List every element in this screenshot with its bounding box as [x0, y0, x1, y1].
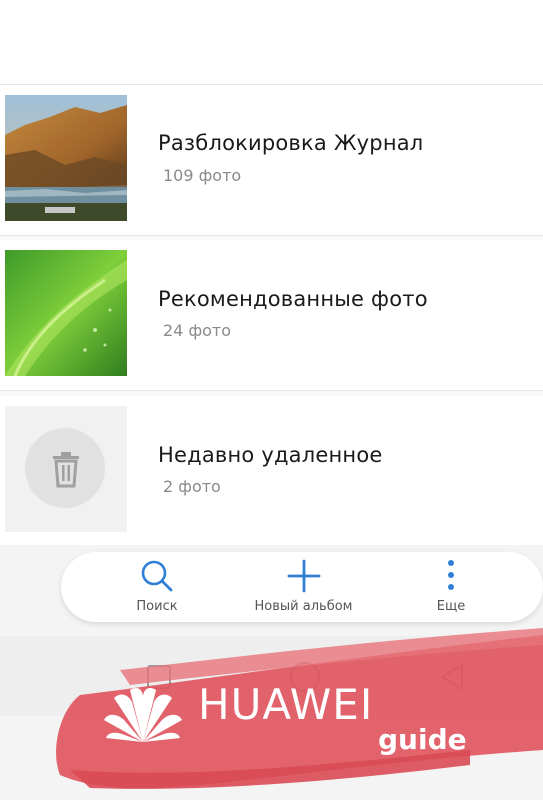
- more-button[interactable]: Еще: [416, 552, 486, 622]
- bottom-toolbar: Поиск Новый альбом Еще: [61, 552, 543, 622]
- new-album-button[interactable]: Новый альбом: [241, 552, 366, 622]
- search-icon: [141, 560, 173, 592]
- new-album-label: Новый альбом: [254, 599, 353, 614]
- gallery-albums-screen: Разблокировка Журнал 109 фото Рекомендов…: [0, 0, 543, 800]
- album-row-recently-deleted[interactable]: Недавно удаленное 2 фото: [0, 396, 543, 546]
- album-row-recommended[interactable]: Рекомендованные фото 24 фото: [0, 240, 543, 390]
- trash-icon: [53, 452, 79, 488]
- album-title: Рекомендованные фото: [158, 287, 428, 311]
- album-count: 24 фото: [163, 321, 232, 340]
- green-leaf-thumbnail: [5, 250, 127, 376]
- album-count: 109 фото: [163, 166, 242, 185]
- huawei-logo-icon: [104, 688, 182, 742]
- divider: [0, 390, 543, 391]
- landscape-thumbnail: [5, 95, 127, 221]
- watermark-guide-text: guide: [378, 723, 467, 756]
- more-label: Еще: [436, 599, 466, 614]
- album-count: 2 фото: [163, 477, 221, 496]
- search-button[interactable]: Поиск: [106, 552, 208, 622]
- search-label: Поиск: [136, 599, 178, 614]
- watermark-brand-text: HUAWEI: [198, 680, 374, 729]
- album-title: Разблокировка Журнал: [158, 131, 424, 155]
- album-row-unlock-journal[interactable]: Разблокировка Журнал 109 фото: [0, 85, 543, 235]
- plus-icon: [287, 559, 320, 593]
- recently-deleted-thumbnail: [5, 406, 127, 532]
- divider: [0, 235, 543, 236]
- more-vertical-icon: [448, 560, 454, 590]
- album-title: Недавно удаленное: [158, 443, 383, 467]
- back-triangle-icon[interactable]: [438, 662, 466, 692]
- top-blank-area: [0, 0, 543, 84]
